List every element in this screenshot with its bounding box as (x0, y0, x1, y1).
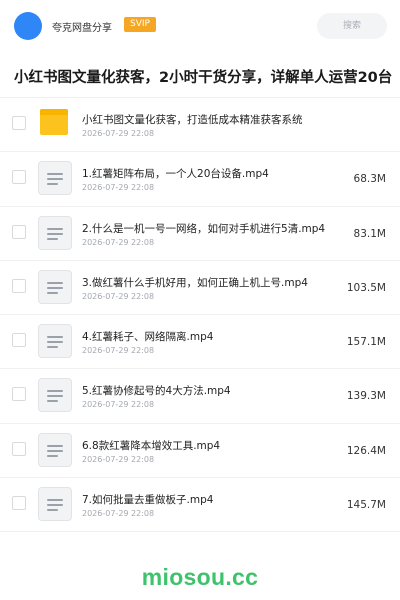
folder-shape (40, 109, 68, 135)
document-shape (38, 324, 72, 359)
row-checkbox[interactable] (12, 387, 26, 402)
row-checkbox[interactable] (12, 170, 26, 185)
item-name[interactable]: 2.什么是一机一号一网络，如何对手机进行5清.mp4 (82, 221, 325, 236)
row-checkbox[interactable] (12, 116, 26, 130)
item-date: 2026-07-29 22:08 (82, 509, 155, 519)
file-row[interactable]: 5.红薯协修起号的4大方法.mp4 2026-07-29 22:08 139.3M (0, 369, 400, 424)
share-title: 小红书图文量化获客，2小时干货分享，详解单人运营20台 (14, 70, 393, 86)
folder-icon (38, 107, 72, 141)
document-shape (38, 487, 72, 522)
item-name[interactable]: 6.8款红薯降本增效工具.mp4 (82, 438, 220, 453)
document-icon (38, 432, 72, 467)
file-row[interactable]: 6.8款红薯降本增效工具.mp4 2026-07-29 22:08 126.4M (0, 424, 400, 479)
folder-row[interactable]: 小红书图文量化获客，打造低成本精准获客系统 2026-07-29 22:08 (0, 98, 400, 153)
header-bar: 夸克网盘分享 SVIP 搜索 (0, 0, 400, 54)
document-shape (38, 378, 72, 413)
file-row[interactable]: 1.红薯矩阵布局，一个人20台设备.mp4 2026-07-29 22:08 68.… (0, 152, 400, 207)
item-date: 2026-07-29 22:08 (82, 237, 155, 247)
share-title-bar: 小红书图文量化获客，2小时干货分享，详解单人运营20台 (0, 54, 400, 98)
document-icon (38, 215, 72, 250)
row-checkbox[interactable] (12, 224, 26, 239)
item-name[interactable]: 1.红薯矩阵布局，一个人20台设备.mp4 (82, 166, 269, 181)
item-date: 2026-07-29 22:08 (82, 183, 155, 193)
svip-badge: SVIP (124, 17, 156, 32)
row-checkbox[interactable] (12, 278, 26, 293)
item-date: 2026-07-29 22:08 (82, 291, 155, 301)
file-row[interactable]: 7.如何批量去重做板子.mp4 2026-07-29 22:08 145.7M (0, 478, 400, 533)
document-icon (38, 161, 72, 196)
item-size: 68.3M (353, 173, 386, 186)
search-button[interactable]: 搜索 (317, 13, 387, 39)
item-name[interactable]: 4.红薯耗子、网络隔离.mp4 (82, 329, 213, 344)
file-row[interactable]: 3.做红薯什么手机好用，如何正确上机上号.mp4 2026-07-29 22:08… (0, 261, 400, 316)
document-icon (38, 378, 72, 413)
document-icon (38, 324, 72, 359)
file-list: 小红书图文量化获客，打造低成本精准获客系统 2026-07-29 22:08 1.红… (0, 98, 400, 533)
app-name: 夸克网盘分享 (52, 23, 112, 34)
item-date: 2026-07-29 22:08 (82, 454, 155, 464)
document-icon (38, 269, 72, 304)
document-icon (38, 487, 72, 522)
item-name[interactable]: 5.红薯协修起号的4大方法.mp4 (82, 383, 231, 398)
item-date: 2026-07-29 22:08 (82, 129, 155, 138)
item-size: 126.4M (346, 444, 386, 457)
item-name[interactable]: 7.如何批量去重做板子.mp4 (82, 492, 213, 507)
row-checkbox[interactable] (12, 333, 26, 348)
item-size: 157.1M (346, 336, 386, 349)
item-date: 2026-07-29 22:08 (82, 400, 155, 410)
item-size: 103.5M (346, 281, 386, 294)
item-size: 139.3M (346, 390, 386, 403)
item-name[interactable]: 小红书图文量化获客，打造低成本精准获客系统 (82, 112, 303, 127)
item-size: 83.1M (353, 227, 386, 240)
footer: miosou.cc (0, 548, 400, 600)
item-name[interactable]: 3.做红薯什么手机好用，如何正确上机上号.mp4 (82, 275, 308, 290)
document-shape (38, 432, 72, 467)
document-shape (38, 269, 72, 304)
row-checkbox[interactable] (12, 496, 26, 511)
file-row[interactable]: 4.红薯耗子、网络隔离.mp4 2026-07-29 22:08 157.1M (0, 315, 400, 370)
document-shape (38, 161, 72, 196)
row-checkbox[interactable] (12, 441, 26, 456)
item-date: 2026-07-29 22:08 (82, 346, 155, 356)
item-size: 145.7M (346, 499, 386, 512)
watermark-text: miosou.cc (141, 564, 259, 590)
file-row[interactable]: 2.什么是一机一号一网络，如何对手机进行5清.mp4 2026-07-29 22:… (0, 207, 400, 261)
document-shape (38, 215, 72, 250)
avatar[interactable] (14, 12, 42, 40)
